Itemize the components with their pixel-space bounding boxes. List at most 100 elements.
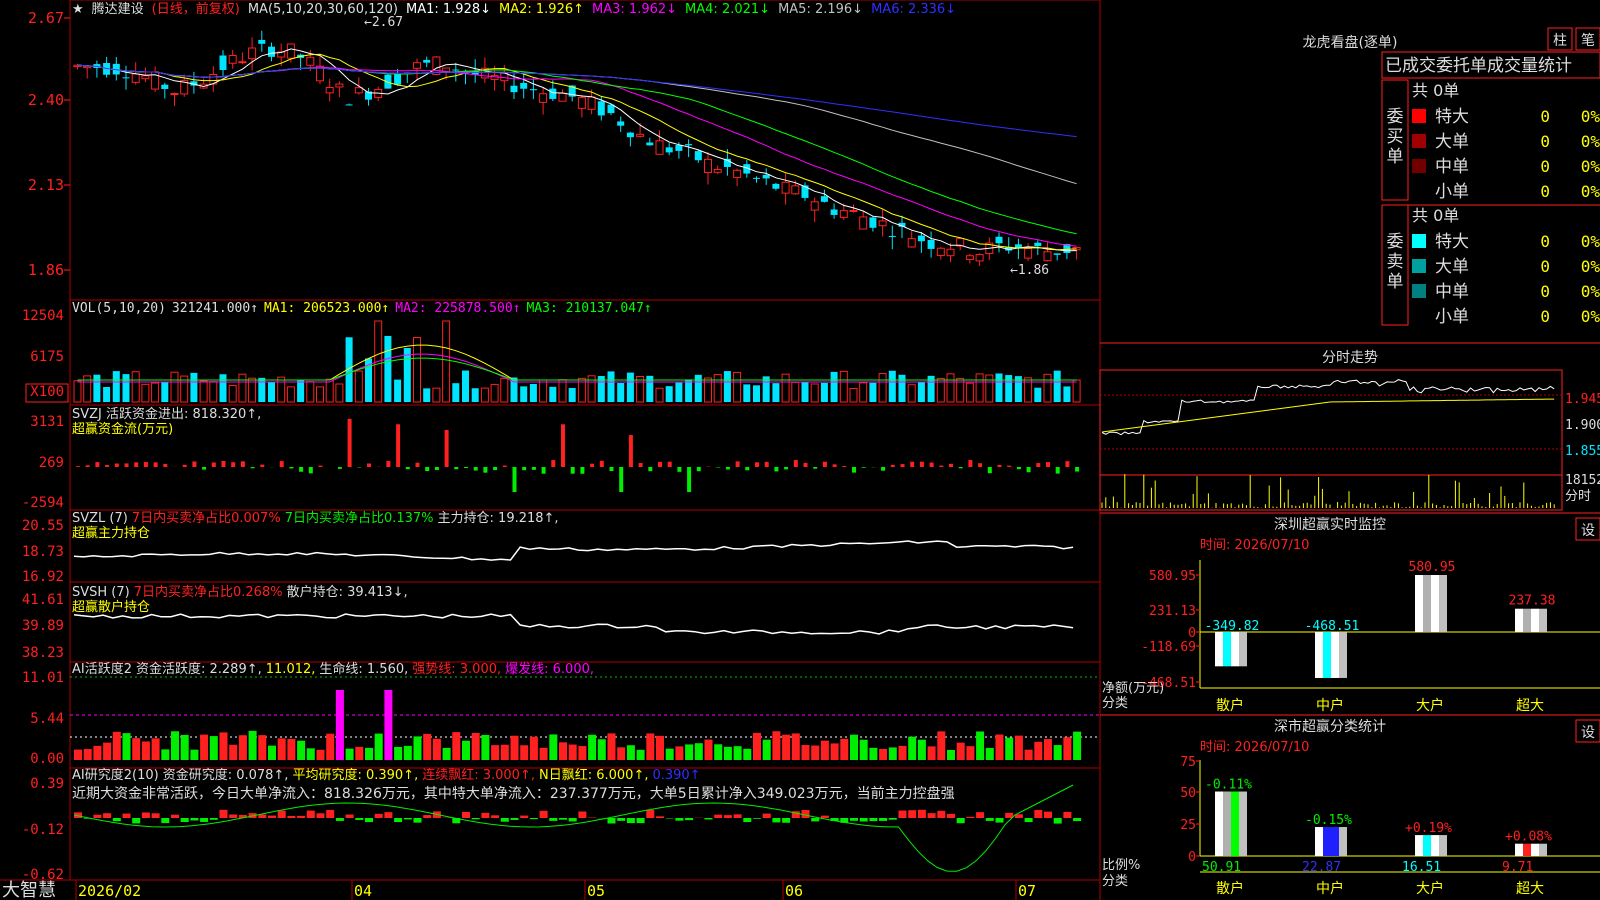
ai2-bar[interactable] — [112, 818, 121, 822]
ai2-bar[interactable] — [966, 816, 975, 818]
candle[interactable] — [965, 255, 974, 260]
ai2-bar[interactable] — [297, 815, 306, 818]
candle[interactable] — [549, 88, 557, 99]
ai2-bar[interactable] — [947, 813, 955, 818]
candle[interactable] — [820, 196, 828, 202]
ai2-bar[interactable] — [209, 818, 218, 820]
ai1-bar[interactable] — [520, 745, 529, 760]
ai1-bar[interactable] — [229, 744, 238, 760]
ai1-bar[interactable] — [559, 742, 567, 760]
svzj-bar[interactable] — [735, 461, 740, 467]
ai1-bar[interactable] — [1073, 731, 1082, 760]
ai1-bar[interactable] — [394, 746, 403, 760]
monitor-bar[interactable] — [1415, 575, 1447, 632]
ai2-bar[interactable] — [335, 818, 344, 821]
vol-bar[interactable] — [810, 383, 819, 403]
ai1-bar[interactable] — [646, 733, 655, 760]
ai1-bar[interactable] — [510, 735, 519, 760]
vol-bar[interactable] — [161, 381, 169, 402]
ai1-bar[interactable] — [374, 733, 383, 760]
ai2-bar[interactable] — [1024, 818, 1033, 823]
svzj-bar[interactable] — [599, 460, 604, 467]
candle[interactable] — [335, 83, 344, 88]
candle[interactable] — [665, 147, 673, 153]
svzj-bar[interactable] — [444, 429, 449, 467]
ai1-bar[interactable] — [1005, 737, 1014, 760]
svzj-bar[interactable] — [803, 462, 808, 467]
ai2-bar[interactable] — [345, 814, 354, 818]
candle[interactable] — [520, 82, 528, 89]
candle[interactable] — [510, 85, 518, 93]
ai2-bar[interactable] — [685, 818, 694, 821]
vol-bar[interactable] — [413, 337, 421, 403]
candle[interactable] — [849, 210, 858, 213]
svzj-bar[interactable] — [570, 467, 575, 474]
ai1-bar[interactable] — [161, 749, 170, 760]
ai2-bar[interactable] — [180, 818, 189, 822]
svzj-bar[interactable] — [1055, 467, 1060, 474]
ai2-bar[interactable] — [723, 815, 732, 818]
ai2-bar[interactable] — [355, 818, 364, 820]
ai2-bar[interactable] — [471, 818, 480, 820]
ai1-bar[interactable] — [355, 746, 364, 760]
candle[interactable] — [791, 185, 800, 195]
svzj-bar[interactable] — [638, 462, 643, 467]
vol-bar[interactable] — [626, 372, 634, 402]
vol-bar[interactable] — [849, 387, 858, 403]
svzj-bar[interactable] — [76, 466, 80, 467]
svzj-bar[interactable] — [434, 467, 439, 470]
svzj-bar[interactable] — [968, 460, 973, 467]
svzj-bar[interactable] — [774, 467, 779, 472]
svzj-bar[interactable] — [182, 464, 187, 467]
ai1-bar[interactable] — [141, 741, 150, 760]
svzj-bar[interactable] — [561, 424, 565, 467]
svzj-bar[interactable] — [386, 460, 391, 467]
ai1-bar[interactable] — [859, 739, 868, 760]
ai1-bar[interactable] — [462, 740, 470, 760]
vol-bar[interactable] — [791, 381, 800, 403]
candle[interactable] — [810, 201, 819, 211]
candle[interactable] — [975, 254, 984, 262]
candle[interactable] — [345, 104, 353, 106]
vol-bar[interactable] — [335, 383, 344, 403]
svzj-bar[interactable] — [687, 467, 692, 492]
vol-bar[interactable] — [1063, 386, 1071, 402]
vol-bar[interactable] — [325, 378, 334, 403]
ai1-bar[interactable] — [607, 733, 616, 760]
svzj-bar[interactable] — [415, 462, 420, 467]
vol-bar[interactable] — [103, 386, 111, 402]
ai2-bar[interactable] — [413, 818, 422, 823]
vol-bar[interactable] — [888, 370, 896, 402]
candle[interactable] — [675, 144, 683, 151]
svzj-bar[interactable] — [337, 467, 342, 469]
svzj-bar[interactable] — [949, 463, 953, 467]
svzj-bar[interactable] — [153, 462, 158, 467]
ai1-bar[interactable] — [1024, 749, 1033, 760]
candle[interactable] — [268, 46, 275, 57]
ai1-bar[interactable] — [471, 732, 480, 760]
ai2-bar[interactable] — [316, 813, 325, 818]
ai1-bar[interactable] — [297, 740, 306, 760]
svzj-bar[interactable] — [473, 467, 478, 471]
candle[interactable] — [762, 174, 770, 179]
ai1-bar[interactable] — [898, 745, 907, 760]
svzj-bar[interactable] — [939, 465, 944, 467]
ai1-bar[interactable] — [568, 744, 577, 760]
ai1-bar[interactable] — [1014, 735, 1023, 760]
ai2-bar[interactable] — [820, 815, 829, 818]
ai2-bar[interactable] — [491, 815, 500, 818]
svzj-bar[interactable] — [1016, 467, 1021, 470]
ai1-bar[interactable] — [801, 745, 810, 760]
ai2-bar[interactable] — [888, 818, 897, 820]
svzj-bar[interactable] — [367, 463, 371, 467]
ai2-bar[interactable] — [520, 815, 529, 818]
svzj-bar[interactable] — [648, 467, 653, 472]
ai1-bar[interactable] — [850, 734, 858, 760]
stat-bar[interactable] — [1515, 843, 1547, 856]
svzj-bar[interactable] — [958, 467, 963, 469]
candle[interactable] — [1034, 242, 1042, 247]
ai1-bar[interactable] — [636, 749, 645, 760]
svzj-bar[interactable] — [784, 467, 789, 470]
ai2-bar[interactable] — [675, 818, 684, 821]
candle[interactable] — [995, 236, 1003, 244]
